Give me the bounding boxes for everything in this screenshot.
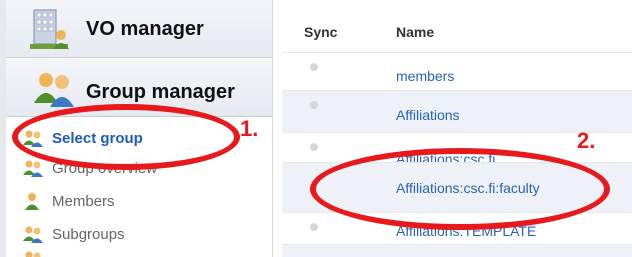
group-users-icon — [25, 251, 41, 257]
sidebar-item-label: Members — [52, 192, 115, 210]
sidebar-item-label: Subgroups — [52, 225, 125, 243]
group-name-link[interactable]: members — [396, 68, 454, 84]
table-row[interactable]: Affiliations — [282, 90, 632, 132]
sync-status-icon — [310, 223, 318, 231]
sync-status-icon — [310, 143, 318, 151]
column-header-sync[interactable]: Sync — [304, 24, 337, 40]
building-user-icon — [30, 9, 69, 49]
sync-status-icon — [310, 101, 318, 109]
group-users-icon — [23, 160, 43, 177]
group-name-link[interactable]: Affiliations — [396, 107, 460, 123]
annotation-step-2: 2. — [577, 128, 596, 153]
group-manager-title: Group manager — [86, 81, 235, 103]
annotation-step-1: 1. — [240, 116, 259, 141]
column-header-name[interactable]: Name — [396, 24, 434, 40]
sidebar-item-members[interactable]: Members — [22, 189, 262, 213]
vo-manager-section[interactable]: VO manager — [6, 0, 272, 58]
table-header: Sync Name — [282, 0, 632, 52]
table-row — [282, 244, 632, 257]
sync-status-icon — [310, 63, 318, 71]
group-users-icon — [34, 73, 74, 107]
user-icon — [25, 193, 39, 210]
sidebar-item-subgroups[interactable]: Subgroups — [22, 222, 262, 246]
table-row[interactable]: members — [282, 52, 632, 90]
vo-manager-title: VO manager — [86, 18, 204, 40]
annotation-ellipse-select-group — [12, 104, 240, 170]
group-users-icon — [23, 226, 43, 243]
annotation-ellipse-faculty — [310, 148, 610, 230]
